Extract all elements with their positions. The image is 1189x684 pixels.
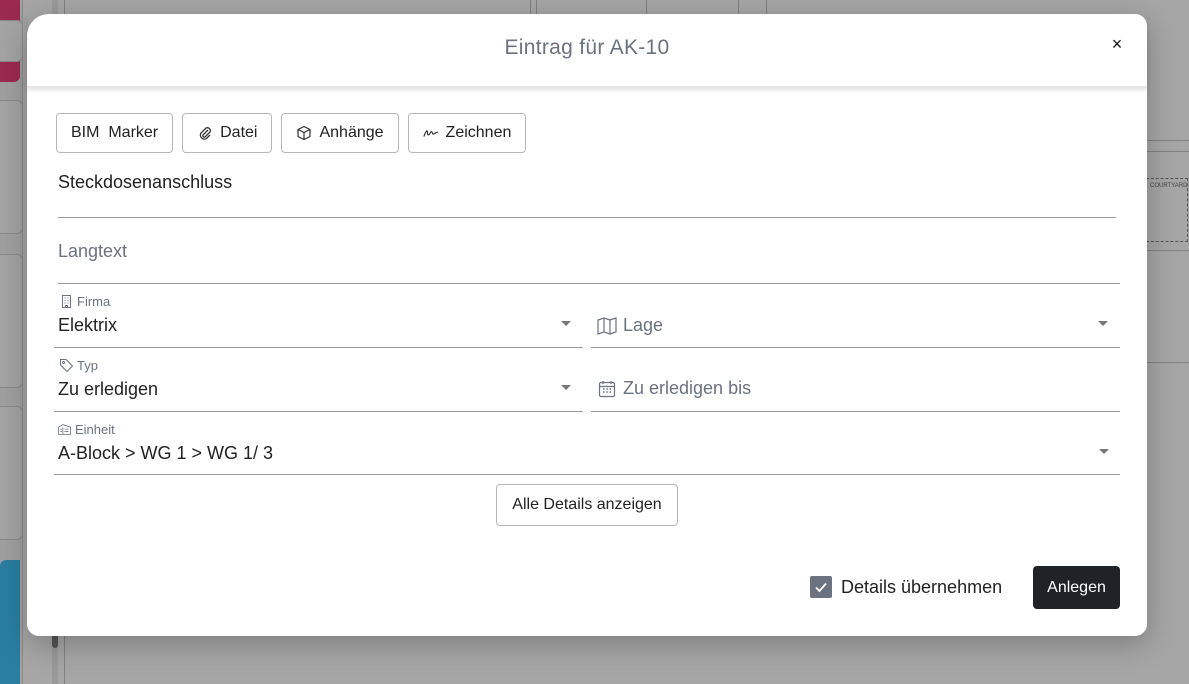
plan-line	[738, 0, 739, 14]
chevron-down-icon	[1099, 449, 1109, 454]
chevron-down-icon	[561, 385, 571, 390]
field-underline	[58, 217, 1116, 218]
building-icon	[62, 295, 71, 308]
plan-line	[1147, 250, 1189, 251]
plan-line	[530, 0, 531, 14]
bim-marker-button[interactable]: BIM Marker	[56, 113, 174, 153]
due-date-field[interactable]: Zu erledigen bis	[591, 358, 1120, 412]
chevron-down-icon	[561, 321, 571, 326]
dialog-title: Eintrag für AK-10	[504, 36, 670, 59]
draw-label: Zeichnen	[445, 124, 512, 141]
long-text-placeholder: Langtext	[58, 241, 128, 261]
type-value: Zu erledigen	[58, 379, 159, 399]
checkmark-icon	[815, 582, 827, 593]
tag-icon	[60, 359, 73, 372]
chevron-down-icon	[1098, 321, 1108, 326]
plan-line	[1147, 151, 1189, 152]
take-over-details-checkbox[interactable]	[810, 576, 832, 598]
unit-label-row: Einheit	[58, 422, 115, 437]
field-underline	[591, 347, 1120, 348]
background-card	[0, 254, 23, 388]
field-underline	[58, 283, 1120, 284]
paperclip-icon	[199, 127, 212, 140]
background-card	[0, 406, 23, 540]
field-underline	[591, 411, 1120, 412]
company-select[interactable]: Firma Elektrix	[54, 294, 583, 348]
title-field[interactable]: Steckdosenanschluss	[58, 172, 1116, 218]
bim-marker-label: BIM Marker	[71, 124, 159, 141]
long-text-field[interactable]: Langtext	[58, 241, 1120, 284]
company-label-row: Firma	[60, 294, 110, 309]
plan-room-label: COURTYARD	[1150, 183, 1188, 189]
building-unit-icon	[58, 424, 71, 435]
box-icon	[297, 125, 312, 141]
location-placeholder: Lage	[623, 315, 664, 335]
location-select[interactable]: Lage	[591, 294, 1120, 348]
calendar-icon	[598, 380, 616, 397]
field-underline	[54, 347, 583, 348]
type-label: Typ	[77, 358, 98, 373]
signature-icon	[422, 130, 438, 137]
file-label: Datei	[220, 124, 258, 141]
draw-button[interactable]: Zeichnen	[407, 113, 527, 153]
plan-line	[536, 0, 537, 14]
company-label: Firma	[77, 294, 111, 309]
entry-toolbar: BIM Marker Datei Anhänge Zeichnen	[56, 113, 527, 153]
dialog-header: Eintrag für AK-10 ×	[27, 14, 1147, 87]
entry-dialog: Eintrag für AK-10 × BIM Marker Datei Anh…	[27, 14, 1147, 636]
background-card	[0, 20, 23, 62]
blue-card-accent	[0, 560, 20, 684]
location-placeholder-row: Lage	[597, 315, 663, 336]
show-all-details-button[interactable]: Alle Details anzeigen	[496, 484, 678, 526]
company-value: Elektrix	[58, 315, 118, 335]
type-label-row: Typ	[60, 358, 98, 373]
file-button[interactable]: Datei	[182, 113, 273, 153]
take-over-details-label[interactable]: Details übernehmen	[841, 576, 1002, 598]
close-icon[interactable]: ×	[1107, 34, 1127, 54]
type-select[interactable]: Typ Zu erledigen	[54, 358, 583, 412]
title-value: Steckdosenanschluss	[58, 172, 233, 192]
plan-line	[1147, 362, 1189, 363]
due-date-placeholder: Zu erledigen bis	[623, 378, 752, 398]
unit-select[interactable]: Einheit A-Block > WG 1 > WG 1/ 3	[54, 422, 1120, 475]
field-underline	[54, 474, 1120, 475]
due-date-placeholder-row: Zu erledigen bis	[597, 378, 751, 399]
unit-value: A-Block > WG 1 > WG 1/ 3	[58, 443, 274, 463]
field-underline	[54, 411, 583, 412]
background-card	[0, 100, 23, 234]
create-button[interactable]: Anlegen	[1033, 566, 1120, 609]
attachments-button[interactable]: Anhänge	[281, 113, 399, 153]
plan-line	[1147, 140, 1189, 141]
attachments-label: Anhänge	[319, 124, 384, 141]
plan-line	[646, 0, 647, 14]
unit-label: Einheit	[75, 422, 115, 437]
plan-line	[766, 0, 767, 14]
map-icon	[597, 316, 617, 335]
